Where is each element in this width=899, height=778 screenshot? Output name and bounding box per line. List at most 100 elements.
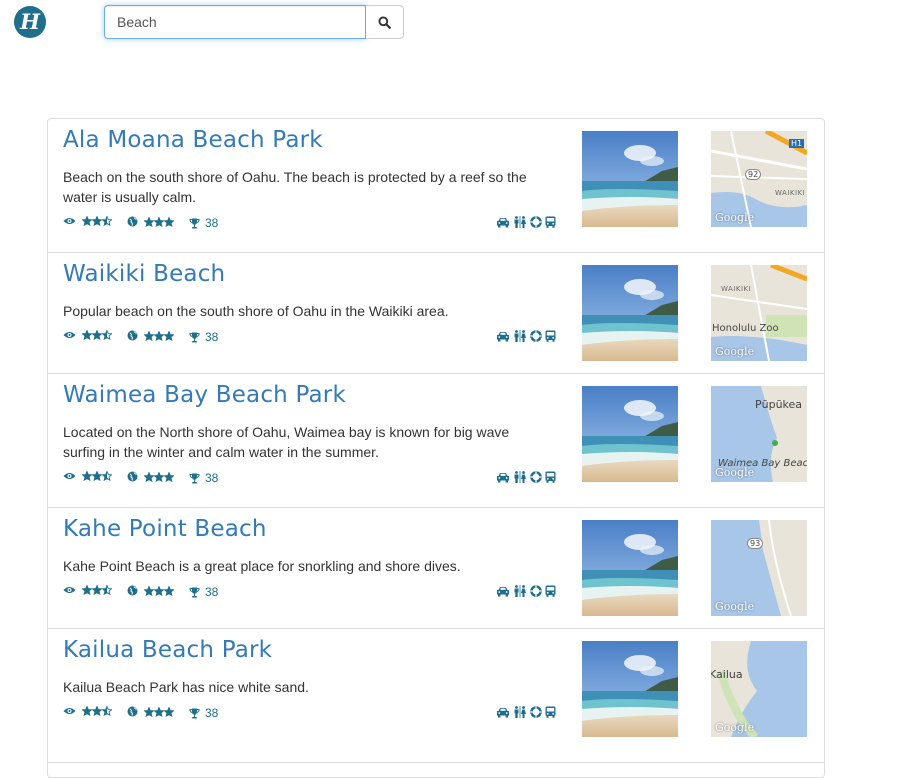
car-icon (497, 217, 509, 227)
trophy-count-value: 38 (205, 471, 219, 485)
trophy-count: 38 (189, 706, 218, 720)
star-icon (82, 216, 92, 226)
map-label-route: 93 (747, 538, 764, 549)
amenities (496, 216, 556, 228)
google-logo: Google (715, 721, 755, 734)
trophy-count-value: 38 (205, 706, 219, 720)
views-rating (63, 706, 112, 716)
eye-icon (63, 473, 76, 479)
trophy-icon (189, 332, 200, 342)
result-title[interactable]: Kailua Beach Park (63, 637, 272, 663)
globe-icon (127, 216, 138, 227)
result-meta: 38 (63, 330, 556, 344)
list-item: Waimea Bay Beach Park Located on the Nor… (48, 374, 824, 508)
beach-photo[interactable] (582, 520, 678, 616)
star-icon (144, 471, 154, 482)
star-icon (102, 585, 112, 595)
star-icon (102, 471, 112, 481)
result-description: Located on the North shore of Oahu, Waim… (63, 424, 510, 460)
search-icon (378, 15, 391, 29)
result-description: Kahe Point Beach is a great place for sn… (63, 558, 461, 574)
logo[interactable]: H (14, 6, 46, 38)
star-rating (144, 585, 174, 596)
bus-icon (545, 471, 556, 483)
globe-icon (127, 585, 138, 596)
location-map[interactable]: Kailua Google (711, 641, 807, 737)
restroom-icon (514, 471, 526, 483)
beach-image (582, 131, 678, 227)
trophy-count-value: 38 (205, 216, 219, 230)
car-icon (497, 707, 509, 717)
result-title[interactable]: Waikiki Beach (63, 261, 225, 287)
top-bar: H (0, 0, 899, 46)
global-rating (127, 706, 174, 717)
amenities (496, 585, 556, 597)
beach-photo[interactable] (582, 265, 678, 361)
trophy-count-value: 38 (205, 585, 219, 599)
bus-icon (545, 585, 556, 597)
location-map[interactable]: H1 92 WAIKIKI Google (711, 131, 807, 227)
lifeguard-icon (530, 585, 542, 597)
car-icon (497, 472, 509, 482)
trophy-count-value: 38 (205, 330, 219, 344)
star-icon (164, 330, 174, 341)
star-rating (82, 585, 112, 595)
map-label-place: Honolulu Zoo (712, 323, 779, 334)
lifeguard-icon (530, 330, 542, 342)
star-icon (144, 330, 154, 341)
lifeguard-icon (530, 471, 542, 483)
beach-photo[interactable] (582, 131, 678, 227)
result-description: Popular beach on the south shore of Oahu… (63, 303, 449, 319)
car-icon (497, 331, 509, 341)
star-rating (82, 471, 112, 481)
eye-icon (63, 587, 76, 593)
global-rating (127, 585, 174, 596)
map-label-highway: H1 (789, 139, 805, 148)
star-icon (164, 471, 174, 482)
google-logo: Google (715, 345, 755, 358)
logo-letter: H (20, 9, 40, 34)
location-map[interactable]: 93 Google (711, 520, 807, 616)
search-button[interactable] (366, 5, 404, 39)
global-rating (127, 216, 174, 227)
star-icon (164, 706, 174, 717)
star-icon (154, 330, 164, 341)
star-icon (154, 216, 164, 227)
location-map[interactable]: Pūpūkea Waimea Bay Beach Google (711, 386, 807, 482)
map-label-area: WAIKIKI (721, 285, 752, 293)
beach-image (582, 386, 678, 482)
star-icon (92, 216, 102, 226)
views-rating (63, 216, 112, 226)
beach-image (582, 265, 678, 361)
star-rating (82, 330, 112, 340)
beach-photo[interactable] (582, 641, 678, 737)
beach-photo[interactable] (582, 386, 678, 482)
lifeguard-icon (530, 706, 542, 718)
list-item: Waikiki Beach Popular beach on the south… (48, 253, 824, 374)
result-description: Kailua Beach Park has nice white sand. (63, 679, 309, 695)
google-logo: Google (715, 600, 755, 613)
bus-icon (545, 216, 556, 228)
trophy-icon (189, 708, 200, 718)
location-map[interactable]: WAIKIKI Honolulu Zoo Google (711, 265, 807, 361)
star-icon (82, 471, 92, 481)
star-icon (144, 585, 154, 596)
list-item: Ala Moana Beach Park Beach on the south … (48, 119, 824, 253)
trophy-icon (189, 473, 200, 483)
result-meta: 38 (63, 706, 556, 720)
results-list: Ala Moana Beach Park Beach on the south … (47, 118, 825, 778)
result-title[interactable]: Waimea Bay Beach Park (63, 382, 346, 408)
result-title[interactable]: Ala Moana Beach Park (63, 127, 323, 153)
restroom-icon (514, 330, 526, 342)
eye-icon (63, 332, 76, 338)
star-icon (154, 471, 164, 482)
search-input[interactable] (104, 5, 366, 39)
global-rating (127, 330, 174, 341)
amenities (496, 706, 556, 718)
star-icon (82, 585, 92, 595)
result-title[interactable]: Kahe Point Beach (63, 516, 267, 542)
star-icon (102, 216, 112, 226)
star-icon (82, 330, 92, 340)
list-item: Kailua Beach Park Kailua Beach Park has … (48, 629, 824, 763)
star-icon (92, 706, 102, 716)
